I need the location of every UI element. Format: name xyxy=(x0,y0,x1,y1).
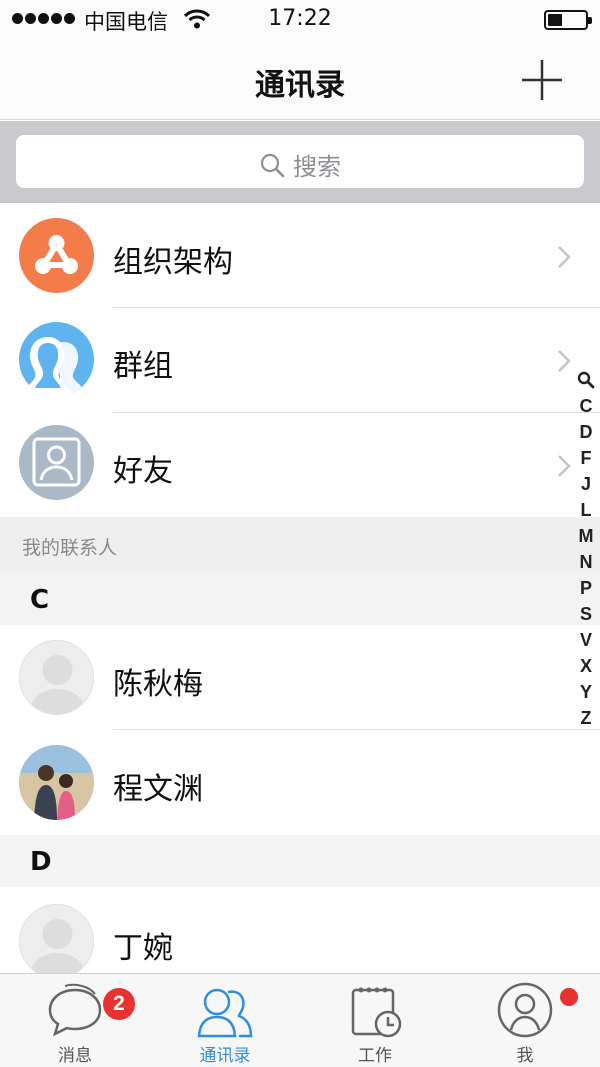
group-icon xyxy=(19,322,94,397)
unread-badge: 2 xyxy=(103,988,135,1020)
index-letter[interactable]: S xyxy=(574,601,598,627)
my-contacts-title: 我的联系人 xyxy=(22,537,118,559)
section-letter: C xyxy=(30,585,50,615)
tab-bar: 2 消息 通讯录 工作 我 xyxy=(0,973,600,1067)
index-letter[interactable]: J xyxy=(574,471,598,497)
contact-row[interactable]: 陈秋梅 xyxy=(0,625,600,730)
search-icon xyxy=(260,153,285,177)
tab-me[interactable]: 我 xyxy=(450,974,600,1067)
search-bar-container: 搜索 xyxy=(0,121,600,203)
contact-photo-avatar xyxy=(19,745,94,820)
index-letter[interactable]: X xyxy=(574,653,598,679)
org-structure-row[interactable]: 组织架构 xyxy=(0,204,600,308)
index-letter[interactable]: V xyxy=(574,627,598,653)
group-label: 群组 xyxy=(113,349,173,384)
org-structure-label: 组织架构 xyxy=(113,245,233,280)
section-header-c: C xyxy=(0,573,600,625)
plus-icon xyxy=(522,60,562,100)
add-contact-button[interactable] xyxy=(514,52,570,108)
user-profile-icon xyxy=(497,982,553,1038)
contacts-icon xyxy=(197,988,253,1038)
navigation-bar: 通讯录 xyxy=(0,40,600,120)
index-letter[interactable]: N xyxy=(574,549,598,575)
notification-dot xyxy=(560,988,578,1006)
group-row[interactable]: 群组 xyxy=(0,308,600,413)
alphabet-index-bar[interactable]: C D F J L M N P S V X Y Z xyxy=(574,367,598,731)
index-letter[interactable]: Z xyxy=(574,705,598,731)
tab-label: 消息 xyxy=(58,1046,92,1066)
index-letter[interactable]: M xyxy=(574,523,598,549)
index-letter[interactable]: C xyxy=(574,393,598,419)
section-letter: D xyxy=(30,847,52,877)
page-title: 通讯录 xyxy=(255,68,345,103)
index-letter[interactable]: P xyxy=(574,575,598,601)
index-letter[interactable]: F xyxy=(574,445,598,471)
friend-icon xyxy=(19,425,94,500)
index-letter[interactable]: Y xyxy=(574,679,598,705)
default-avatar xyxy=(19,640,94,715)
contact-name: 丁婉 xyxy=(113,931,173,966)
search-input[interactable]: 搜索 xyxy=(16,135,584,188)
tab-label: 工作 xyxy=(358,1046,392,1066)
chevron-right-icon xyxy=(558,246,571,268)
search-placeholder: 搜索 xyxy=(293,153,341,181)
message-bubble-icon xyxy=(48,983,102,1037)
contact-name: 陈秋梅 xyxy=(113,667,203,702)
org-structure-icon xyxy=(19,218,94,293)
friends-label: 好友 xyxy=(113,454,173,489)
my-contacts-header: 我的联系人 xyxy=(0,517,600,573)
contact-row[interactable]: 丁婉 xyxy=(0,887,600,973)
battery-icon xyxy=(544,10,592,30)
chevron-right-icon xyxy=(558,455,571,477)
contact-row[interactable]: 程文渊 xyxy=(0,730,600,835)
index-letter[interactable]: D xyxy=(574,419,598,445)
tab-contacts[interactable]: 通讯录 xyxy=(150,974,300,1067)
default-avatar xyxy=(19,904,94,973)
friends-row[interactable]: 好友 xyxy=(0,413,600,517)
status-bar: 中国电信 17:22 xyxy=(0,0,600,40)
status-time: 17:22 xyxy=(268,6,332,31)
tab-work[interactable]: 工作 xyxy=(300,974,450,1067)
index-search-icon[interactable] xyxy=(574,367,598,393)
contact-name: 程文渊 xyxy=(113,772,203,807)
chevron-right-icon xyxy=(558,350,571,372)
tab-label: 通讯录 xyxy=(199,1046,251,1066)
tab-messages[interactable]: 2 消息 xyxy=(0,974,150,1067)
tab-label: 我 xyxy=(516,1046,534,1066)
index-letter[interactable]: L xyxy=(574,497,598,523)
section-header-d: D xyxy=(0,835,600,887)
calendar-clock-icon xyxy=(351,987,402,1038)
